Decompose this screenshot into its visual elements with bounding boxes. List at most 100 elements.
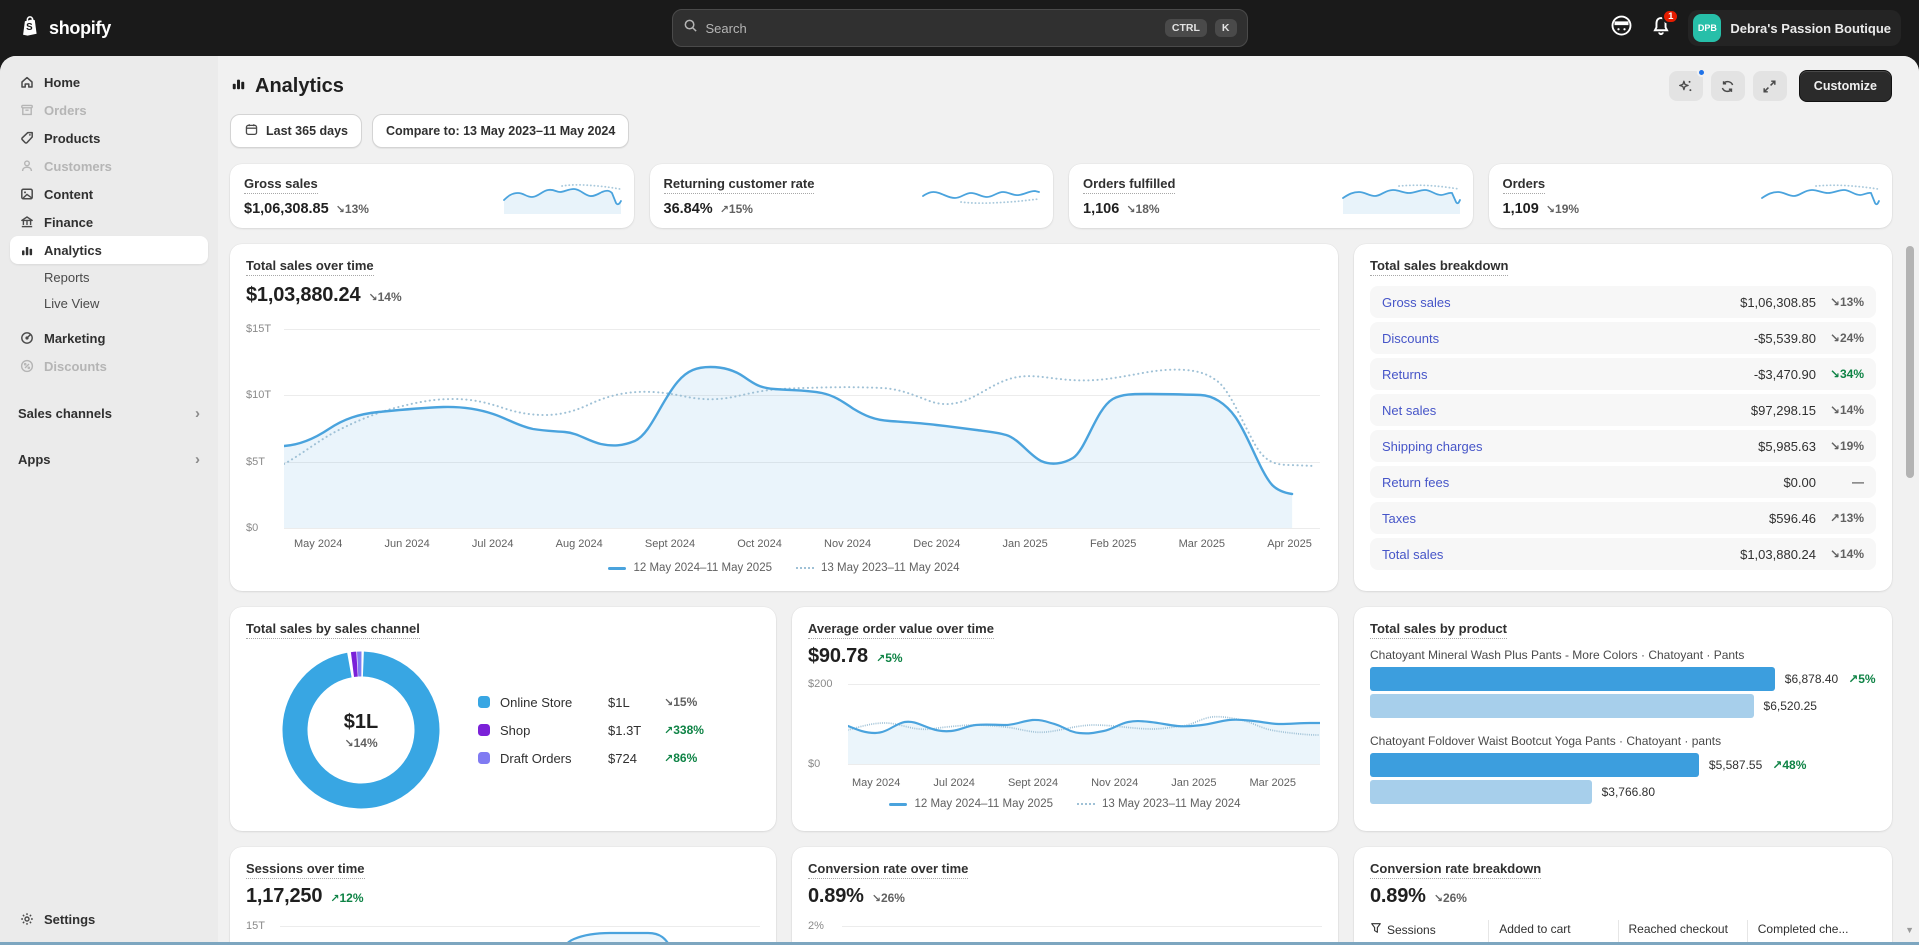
shop-swatch	[478, 724, 490, 736]
breakdown-link[interactable]: Net sales	[1382, 403, 1436, 418]
product-bar-group: Chatoyant Mineral Wash Plus Pants - More…	[1370, 648, 1876, 718]
breakdown-row: Net sales$97,298.15↘14%	[1370, 394, 1876, 426]
section-label: Sales channels	[18, 406, 112, 421]
sidebar-item-label: Finance	[44, 215, 93, 230]
assistant-icon[interactable]	[1609, 13, 1634, 43]
chevron-right-icon: ›	[195, 451, 200, 468]
card-title[interactable]: Total sales by product	[1370, 621, 1507, 639]
kpi-value: $1,06,308.85	[244, 201, 329, 217]
previous-period-bar	[1370, 780, 1592, 804]
home-icon	[18, 74, 35, 90]
channel-donut-chart: $1L ↘14%	[278, 647, 444, 813]
current-period-bar	[1370, 753, 1699, 777]
sidebar-item-finance[interactable]: Finance	[10, 208, 208, 236]
sidebar-item-label: Home	[44, 75, 80, 90]
tag-icon	[18, 130, 35, 146]
card-title[interactable]: Average order value over time	[808, 621, 994, 639]
aov-delta: ↗5%	[876, 651, 903, 665]
sessions-line-chart: 15T	[246, 918, 760, 945]
online-store-swatch	[478, 696, 490, 708]
kpi-title[interactable]: Returning customer rate	[664, 176, 815, 194]
sidebar-item-marketing[interactable]: Marketing	[10, 324, 208, 352]
main-content: Analytics Customize Last 365 days	[218, 56, 1919, 945]
scrollbar-thumb[interactable]	[1906, 246, 1914, 478]
breakdown-link[interactable]: Total sales	[1382, 547, 1443, 562]
card-title[interactable]: Conversion rate breakdown	[1370, 861, 1541, 879]
breakdown-row: Taxes$596.46↗13%	[1370, 502, 1876, 534]
breakdown-link[interactable]: Return fees	[1382, 475, 1449, 490]
sidebar-item-customers[interactable]: Customers	[10, 152, 208, 180]
sidebar-item-live-view[interactable]: Live View	[10, 290, 208, 316]
channel-legend-item: Shop $1.3T ↗338%	[478, 723, 704, 738]
date-range-label: Last 365 days	[266, 124, 348, 138]
bank-icon	[18, 214, 35, 230]
kpi-title[interactable]: Gross sales	[244, 176, 318, 194]
shortcut-ctrl-key: CTRL	[1165, 19, 1207, 37]
previous-period-swatch	[1077, 803, 1095, 805]
previous-period-bar	[1370, 694, 1754, 718]
card-title[interactable]: Total sales by sales channel	[246, 621, 420, 639]
sidebar-item-label: Reports	[44, 270, 90, 285]
total-sales-over-time-card: Total sales over time $1,03,880.24 ↘14% …	[230, 244, 1338, 591]
sidebar-item-label: Settings	[44, 912, 95, 927]
breakdown-link[interactable]: Gross sales	[1382, 295, 1451, 310]
sidebar-section-sales-channels[interactable]: Sales channels ›	[10, 400, 208, 426]
total-sales-value: $1,03,880.24	[246, 284, 360, 307]
funnel-icon	[1370, 922, 1382, 937]
store-menu[interactable]: DPB Debra's Passion Boutique	[1688, 10, 1901, 46]
notifications-button[interactable]: 1	[1650, 15, 1672, 42]
breakdown-link[interactable]: Returns	[1382, 367, 1428, 382]
sales-by-product-card: Total sales by product Chatoyant Mineral…	[1354, 607, 1892, 831]
sidebar-item-settings[interactable]: Settings	[10, 905, 208, 933]
funnel-value: 0.89%	[1370, 885, 1426, 908]
conversion-line-chart: 2% 1.5%	[808, 918, 1322, 945]
shortcut-k-key: K	[1215, 19, 1237, 37]
search-input[interactable]	[706, 21, 1157, 36]
global-search[interactable]: CTRL K	[672, 9, 1248, 47]
compare-filter[interactable]: Compare to: 13 May 2023–11 May 2024	[372, 114, 629, 148]
scrollbar-down-arrow[interactable]: ▼	[1905, 925, 1914, 935]
sidebar-item-label: Products	[44, 131, 100, 146]
kpi-title[interactable]: Orders	[1503, 176, 1546, 194]
sidebar-item-products[interactable]: Products	[10, 124, 208, 152]
current-period-swatch	[608, 567, 626, 570]
sidebar-item-orders[interactable]: Orders	[10, 96, 208, 124]
sessions-delta: ↗12%	[330, 891, 363, 905]
refresh-button[interactable]	[1711, 71, 1745, 101]
notification-badge: 1	[1662, 9, 1679, 24]
card-title[interactable]: Total sales over time	[246, 258, 374, 276]
sidebar-section-apps[interactable]: Apps ›	[10, 446, 208, 472]
kpi-title[interactable]: Orders fulfilled	[1083, 176, 1175, 194]
sidebar-item-home[interactable]: Home	[10, 68, 208, 96]
bar-chart-icon	[18, 242, 35, 258]
sales-by-channel-card: Total sales by sales channel $1L ↘14%	[230, 607, 776, 831]
breakdown-row: Total sales$1,03,880.24↘14%	[1370, 538, 1876, 570]
compare-label: Compare to: 13 May 2023–11 May 2024	[386, 124, 615, 138]
magic-insights-button[interactable]	[1669, 71, 1703, 101]
fullscreen-button[interactable]	[1753, 71, 1787, 101]
shopify-logo[interactable]: S shopify	[18, 14, 111, 43]
card-title[interactable]: Total sales breakdown	[1370, 258, 1508, 276]
sidebar-item-label: Orders	[44, 103, 87, 118]
sparkline-chart	[921, 180, 1041, 219]
sidebar-item-reports[interactable]: Reports	[10, 264, 208, 290]
sidebar-item-analytics[interactable]: Analytics	[10, 236, 208, 264]
card-title[interactable]: Conversion rate over time	[808, 861, 968, 879]
conversion-rate-over-time-card: Conversion rate over time 0.89% ↘26% 2% …	[792, 847, 1338, 945]
sidebar-item-label: Content	[44, 187, 93, 202]
breakdown-link[interactable]: Shipping charges	[1382, 439, 1482, 454]
sidebar-item-label: Marketing	[44, 331, 105, 346]
sidebar-item-discounts[interactable]: Discounts	[10, 352, 208, 380]
channel-legend-item: Online Store $1L ↘15%	[478, 695, 704, 710]
svg-text:S: S	[26, 22, 33, 33]
customize-button[interactable]: Customize	[1799, 70, 1892, 102]
sidebar-item-content[interactable]: Content	[10, 180, 208, 208]
breakdown-link[interactable]: Discounts	[1382, 331, 1439, 346]
kpi-value: 1,109	[1503, 201, 1539, 217]
gear-icon	[18, 911, 35, 927]
draft-orders-swatch	[478, 752, 490, 764]
search-icon	[683, 18, 698, 38]
card-title[interactable]: Sessions over time	[246, 861, 365, 879]
breakdown-link[interactable]: Taxes	[1382, 511, 1416, 526]
date-range-filter[interactable]: Last 365 days	[230, 114, 362, 148]
